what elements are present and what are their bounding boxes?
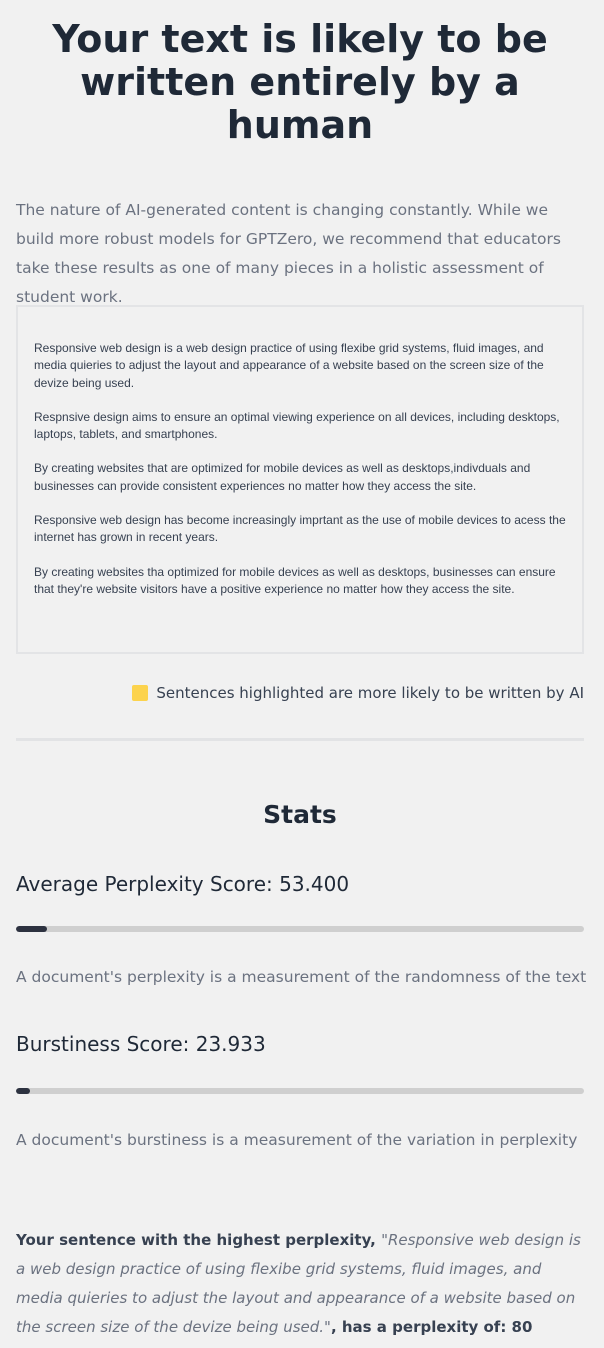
highest-perplexity-sentence: Your sentence with the highest perplexit… bbox=[16, 1226, 586, 1342]
perplexity-score: Average Perplexity Score: 53.400 bbox=[16, 872, 350, 896]
document-paragraph: By creating websites that are optimized … bbox=[34, 461, 531, 493]
burstiness-bar bbox=[16, 1088, 584, 1094]
document-paragraph: Responsive web design is a web design pr… bbox=[34, 341, 544, 390]
perplexity-description: A document's perplexity is a measurement… bbox=[16, 968, 587, 986]
highest-perplexity-prefix: Your sentence with the highest perplexit… bbox=[16, 1231, 382, 1249]
stats-title: Stats bbox=[263, 800, 337, 829]
page-title: Your text is likely to be written entire… bbox=[52, 17, 548, 147]
perplexity-bar-fill bbox=[16, 926, 48, 932]
document-paragraph: Respnsive design aims to ensure an optim… bbox=[34, 409, 560, 442]
intro-text: The nature of AI-generated content is ch… bbox=[16, 201, 561, 306]
section-divider bbox=[16, 738, 584, 741]
highlight-legend-label: Sentences highlighted are more likely to… bbox=[156, 684, 584, 702]
document-paragraph: By creating websites tha optimized for m… bbox=[34, 564, 556, 596]
highest-perplexity-suffix: , has a perplexity of: 80 bbox=[330, 1318, 533, 1336]
burstiness-bar-fill bbox=[16, 1088, 31, 1094]
perplexity-bar bbox=[16, 926, 584, 932]
burstiness-score: Burstiness Score: 23.933 bbox=[16, 1032, 266, 1056]
burstiness-description: A document's burstiness is a measurement… bbox=[16, 1131, 578, 1149]
highlight-legend: Sentences highlighted are more likely to… bbox=[132, 684, 584, 702]
analyzed-document: Responsive web design is a web design pr… bbox=[16, 305, 584, 654]
document-paragraph: Responsive web design has become increas… bbox=[34, 513, 566, 545]
highlight-swatch bbox=[132, 685, 149, 701]
